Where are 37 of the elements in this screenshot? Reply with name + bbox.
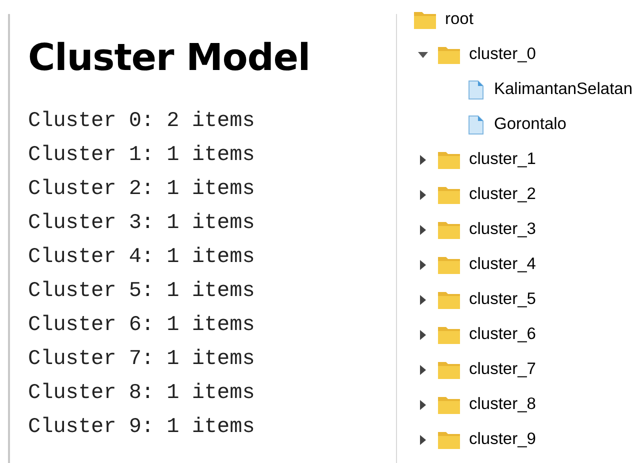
folder-icon	[437, 360, 461, 380]
cluster-count: Cluster 9: 1 items	[28, 415, 256, 441]
cluster-count: Cluster 8: 1 items	[28, 381, 256, 407]
tree-node-label[interactable]: KalimantanSelatan	[494, 80, 633, 99]
page-title: Cluster Model	[28, 36, 312, 79]
folder-icon	[437, 254, 461, 274]
cluster-count: Cluster 4: 1 items	[28, 245, 256, 271]
cluster-count: Cluster 1: 1 items	[28, 143, 256, 169]
folder-icon	[413, 10, 437, 30]
folder-icon	[437, 44, 461, 64]
tree-node-label[interactable]: cluster_8	[469, 395, 536, 414]
file-icon	[468, 114, 484, 134]
tree-node-label[interactable]: cluster_5	[469, 290, 536, 309]
folder-icon	[437, 220, 461, 240]
folder-icon	[437, 290, 461, 310]
folder-icon	[437, 150, 461, 170]
tree-node-label[interactable]: cluster_4	[469, 255, 536, 274]
tree-node-label[interactable]: cluster_1	[469, 150, 536, 169]
tree-node-label[interactable]: cluster_7	[469, 360, 536, 379]
cluster-count: Cluster 6: 1 items	[28, 313, 256, 339]
cluster-count: Cluster 5: 1 items	[28, 279, 256, 305]
tree-node-label[interactable]: cluster_3	[469, 220, 536, 239]
tree-node-label[interactable]: cluster_2	[469, 185, 536, 204]
cluster-count: Cluster 0: 2 items	[28, 109, 256, 135]
tree-node-label[interactable]: Gorontalo	[494, 115, 566, 134]
tree-node-label[interactable]: cluster_9	[469, 430, 536, 449]
folder-icon	[437, 324, 461, 344]
cluster-count: Cluster 7: 1 items	[28, 347, 256, 373]
tree-node-label[interactable]: cluster_0	[469, 45, 536, 64]
cluster-count: Cluster 3: 1 items	[28, 211, 256, 237]
tree-node-label[interactable]: root	[445, 10, 474, 29]
folder-icon	[437, 430, 461, 450]
folder-icon	[437, 184, 461, 204]
cluster-count: Cluster 2: 1 items	[28, 177, 256, 203]
tree-node-label[interactable]: cluster_6	[469, 325, 536, 344]
file-icon	[468, 80, 484, 100]
folder-icon	[437, 394, 461, 414]
